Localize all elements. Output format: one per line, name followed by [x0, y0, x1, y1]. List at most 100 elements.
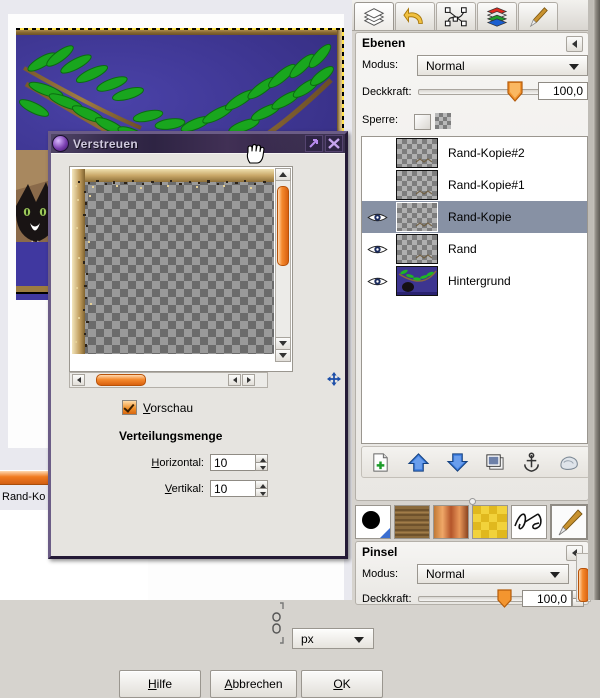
layer-thumbnail [396, 170, 438, 200]
layer-name: Hintergrund [448, 274, 511, 288]
preview-horizontal-scrollbar[interactable] [69, 372, 268, 388]
close-button[interactable] [325, 135, 343, 152]
layer-visibility-toggle[interactable] [362, 243, 392, 256]
brushes-swatch[interactable] [355, 505, 391, 539]
lock-alpha-checkbox[interactable] [414, 114, 431, 130]
layer-mode-label: Modus: [362, 59, 399, 71]
table-row[interactable]: Hintergrund [362, 265, 587, 297]
layer-thumbnail [396, 234, 438, 264]
layer-thumbnail [396, 266, 438, 296]
dialog-title-text: Verstreuen [73, 136, 139, 151]
table-row[interactable]: Rand [362, 233, 587, 265]
vertical-up-button[interactable] [255, 480, 268, 488]
layer-list[interactable]: Rand-Kopie#2 Rand-Kopie#1 Rand-Kopie Ran… [361, 136, 588, 444]
cancel-button[interactable]: Abbrechen [210, 670, 297, 698]
brush-mode-label: Modus: [362, 568, 399, 580]
right-dock: Ebenen Modus: Normal Deckkraft: 100,0 Sp… [352, 0, 600, 608]
preview-scroll-left-button[interactable] [72, 374, 85, 386]
fonts-swatch[interactable] [511, 505, 547, 539]
preview-vertical-scrollbar[interactable] [275, 169, 291, 356]
vertical-stepper[interactable] [210, 480, 268, 497]
layers-panel: Ebenen Modus: Normal Deckkraft: 100,0 Sp… [355, 32, 600, 501]
tab-layers[interactable] [354, 2, 394, 30]
verstreuen-dialog[interactable]: Verstreuen Vorschau Verteilungsmenge Hor… [48, 131, 383, 698]
eye-icon [366, 213, 388, 221]
vertical-label: Vertikal: [164, 482, 204, 495]
table-row[interactable]: Rand-Kopie#2 [362, 137, 587, 169]
layer-opacity-slider[interactable] [418, 89, 548, 95]
raise-layer-button[interactable] [407, 452, 430, 473]
lock-alpha-swatch-icon[interactable] [435, 113, 451, 129]
dialog-body: Vorschau Verteilungsmenge Horizontal: Ve… [51, 153, 383, 698]
chevron-down-icon [354, 637, 364, 643]
lower-layer-button[interactable] [446, 452, 469, 473]
new-layer-button[interactable] [370, 452, 391, 473]
ok-button[interactable]: OK [301, 670, 383, 698]
table-row[interactable]: Rand-Kopie#1 [362, 169, 587, 201]
eye-icon [366, 277, 388, 285]
unit-dropdown[interactable]: px [292, 628, 374, 649]
layer-thumbnail [396, 202, 438, 232]
brush-opacity-knob[interactable] [496, 589, 513, 608]
dock-handle-dot[interactable] [469, 498, 476, 505]
tab-brushes[interactable] [518, 2, 558, 30]
vertical-input[interactable] [210, 480, 255, 497]
chevron-down-icon [569, 64, 579, 70]
brush-mode-dropdown[interactable]: Normal [417, 564, 569, 584]
table-row[interactable]: Rand-Kopie [362, 201, 587, 233]
tab-undo-history[interactable] [395, 2, 435, 30]
brush-opacity-value[interactable]: 100,0 [522, 590, 572, 607]
delete-layer-button[interactable] [558, 452, 581, 473]
preview-checkbox[interactable] [122, 400, 137, 415]
layers-icon [363, 7, 385, 26]
distribution-group-title: Verteilungsmenge [119, 429, 223, 443]
tab-paths[interactable] [436, 2, 476, 30]
background-fragment-label: Rand-Ko [2, 491, 46, 503]
palettes-swatch[interactable] [472, 505, 508, 539]
chain-link-icon[interactable] [270, 602, 284, 644]
layer-visibility-toggle[interactable] [362, 211, 392, 224]
layer-mode-value: Normal [426, 58, 465, 73]
gradients-swatch[interactable] [433, 505, 469, 539]
layer-opacity-knob[interactable] [506, 81, 524, 102]
preview-scroll-right-button[interactable] [242, 374, 255, 386]
brush-opacity-slider[interactable] [418, 596, 538, 602]
horizontal-up-button[interactable] [255, 454, 268, 462]
layers-collapse-button[interactable] [566, 36, 583, 52]
cancel-button-label: Abbrechen [224, 677, 283, 691]
brush-mode-value: Normal [426, 567, 465, 581]
paintbrush-icon [529, 6, 548, 27]
preview-scroll-up-button[interactable] [275, 168, 291, 181]
books-stack-icon [486, 6, 508, 27]
tool-options-swatch[interactable] [550, 504, 588, 540]
preview-checkbox-label: Vorschau [143, 400, 194, 415]
dialog-titlebar[interactable]: Verstreuen [51, 134, 345, 153]
preview-scroll-down2-button[interactable] [275, 349, 291, 362]
preview-vertical-thumb[interactable] [277, 186, 289, 266]
preview-canvas[interactable] [72, 169, 274, 354]
horizontal-input[interactable] [210, 454, 255, 471]
layer-button-bar [361, 446, 590, 478]
patterns-swatch[interactable] [394, 505, 430, 539]
navigate-move-icon[interactable] [327, 372, 341, 386]
preview-checkbox-row[interactable]: Vorschau [122, 400, 193, 415]
help-button[interactable]: Hilfe [119, 670, 201, 698]
duplicate-layer-button[interactable] [484, 452, 505, 473]
layer-mode-dropdown[interactable]: Normal [417, 55, 588, 76]
layers-panel-title: Ebenen [362, 36, 406, 50]
anchor-layer-button[interactable] [521, 451, 542, 473]
vertical-down-button[interactable] [255, 488, 268, 497]
layer-opacity-value[interactable]: 100,0 [538, 82, 588, 100]
eye-icon [366, 245, 388, 253]
horizontal-stepper[interactable] [210, 454, 268, 471]
tab-channels[interactable] [477, 2, 517, 30]
layer-name: Rand-Kopie#2 [448, 146, 525, 160]
shade-button[interactable] [305, 135, 323, 152]
horizontal-down-button[interactable] [255, 462, 268, 471]
path-nodes-icon [444, 6, 467, 26]
preview-horizontal-thumb[interactable] [96, 374, 146, 386]
layer-visibility-toggle[interactable] [362, 275, 392, 288]
preview-scroll-left2-button[interactable] [228, 374, 241, 386]
layer-lock-label: Sperre: [362, 114, 399, 126]
ok-button-label: OK [333, 677, 351, 691]
